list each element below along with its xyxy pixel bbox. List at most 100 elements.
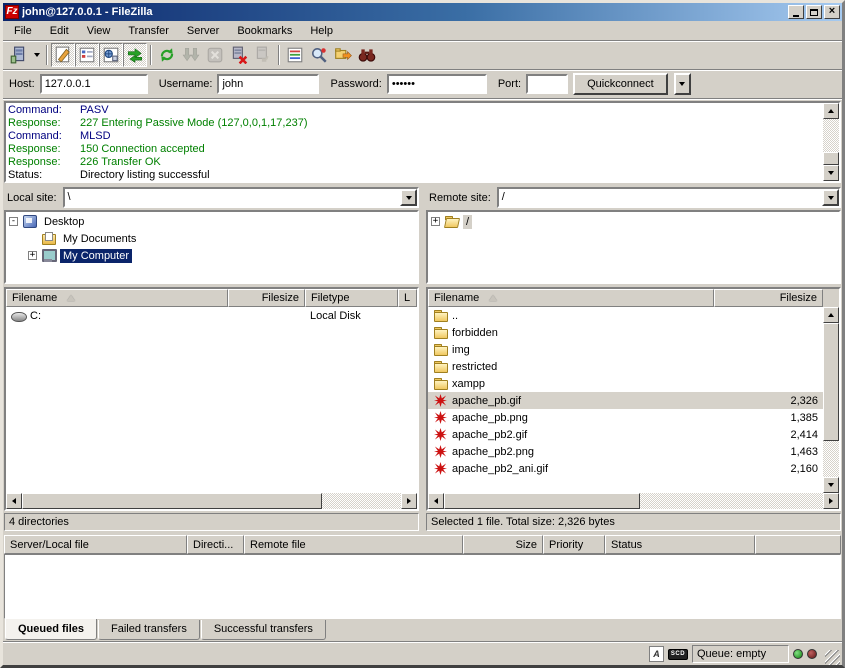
- process-queue-button[interactable]: [179, 43, 203, 67]
- tree-item-label[interactable]: /: [463, 215, 472, 229]
- scroll-left-button[interactable]: [6, 493, 22, 509]
- local-site-combo[interactable]: \: [63, 187, 419, 208]
- menu-item[interactable]: Edit: [41, 23, 78, 39]
- column-header-last-modified[interactable]: L: [398, 289, 417, 307]
- scrollbar-thumb[interactable]: [823, 152, 839, 165]
- remote-file-row[interactable]: img: [428, 341, 823, 358]
- column-header-remote-file[interactable]: Remote file: [244, 535, 463, 554]
- column-header-size[interactable]: Size: [463, 535, 543, 554]
- pane-splitter[interactable]: [419, 187, 426, 531]
- column-label: L: [404, 292, 410, 304]
- scroll-down-button[interactable]: [823, 477, 839, 493]
- remote-horizontal-scrollbar[interactable]: [428, 493, 839, 509]
- log-vertical-scrollbar[interactable]: [823, 103, 839, 181]
- column-header-filesize[interactable]: Filesize: [714, 289, 823, 307]
- remote-file-row[interactable]: xampp: [428, 375, 823, 392]
- menu-item[interactable]: Transfer: [119, 23, 178, 39]
- tree-expander-icon[interactable]: +: [431, 217, 440, 226]
- tree-item-label[interactable]: Desktop: [41, 215, 87, 229]
- scroll-right-button[interactable]: [823, 493, 839, 509]
- resize-grip[interactable]: [825, 650, 840, 665]
- tree-expander-icon[interactable]: -: [9, 217, 18, 226]
- indicator-badge-icon[interactable]: SCD: [668, 649, 688, 660]
- local-tree-item[interactable]: My Documents: [6, 230, 417, 247]
- toggle-remote-tree-button[interactable]: [99, 43, 123, 67]
- menu-item[interactable]: File: [5, 23, 41, 39]
- column-header-filesize[interactable]: Filesize: [228, 289, 305, 307]
- directory-comparison-button[interactable]: [307, 43, 331, 67]
- find-files-button[interactable]: [355, 43, 379, 67]
- remote-site-value[interactable]: /: [499, 189, 822, 206]
- cancel-button[interactable]: [203, 43, 227, 67]
- toggle-message-log-button[interactable]: [51, 43, 75, 67]
- title-bar[interactable]: Fz john@127.0.0.1 - FileZilla ×: [3, 3, 842, 21]
- column-header-filename[interactable]: Filename: [6, 289, 228, 307]
- remote-site-dropdown[interactable]: [822, 189, 839, 206]
- local-tree-item[interactable]: - Desktop: [6, 213, 417, 230]
- tree-item-label[interactable]: My Computer: [60, 249, 132, 263]
- scroll-right-button[interactable]: [401, 493, 417, 509]
- column-header-priority[interactable]: Priority: [543, 535, 605, 554]
- reconnect-button[interactable]: [251, 43, 275, 67]
- transfer-type-indicator-icon[interactable]: A: [649, 646, 664, 662]
- remote-file-row[interactable]: ..: [428, 307, 823, 324]
- local-file-row[interactable]: C: Local Disk: [6, 307, 417, 324]
- column-header-filetype[interactable]: Filetype: [305, 289, 398, 307]
- scrollbar-thumb[interactable]: [823, 323, 839, 441]
- menu-item[interactable]: Server: [178, 23, 228, 39]
- log-row-text: MLSD: [80, 130, 111, 143]
- port-input[interactable]: [526, 74, 568, 94]
- remote-vertical-scrollbar[interactable]: [823, 307, 839, 493]
- remote-file-row[interactable]: apache_pb2_ani.gif 2,160: [428, 460, 823, 477]
- refresh-button[interactable]: [155, 43, 179, 67]
- remote-file-row[interactable]: apache_pb.gif 2,326: [428, 392, 823, 409]
- remote-tree-item[interactable]: + /: [428, 213, 839, 230]
- scroll-down-button[interactable]: [823, 165, 839, 181]
- quickconnect-dropdown[interactable]: [674, 73, 691, 95]
- local-site-dropdown[interactable]: [400, 189, 417, 206]
- local-tree-item[interactable]: + My Computer: [6, 247, 417, 264]
- username-input[interactable]: [217, 74, 319, 94]
- column-header-server-local-file[interactable]: Server/Local file: [4, 535, 187, 554]
- password-input[interactable]: [387, 74, 487, 94]
- maximize-button[interactable]: [806, 5, 822, 19]
- host-input[interactable]: [40, 74, 148, 94]
- scroll-left-button[interactable]: [428, 493, 444, 509]
- scrollbar-thumb[interactable]: [22, 493, 322, 509]
- scrollbar-thumb[interactable]: [444, 493, 640, 509]
- menu-item[interactable]: Help: [301, 23, 342, 39]
- site-manager-dropdown[interactable]: [30, 43, 43, 67]
- queue-tab[interactable]: Failed transfers: [98, 620, 200, 640]
- tree-expander-icon[interactable]: +: [28, 251, 37, 260]
- column-header-direction[interactable]: Directi...: [187, 535, 244, 554]
- synchronized-browsing-button[interactable]: [331, 43, 355, 67]
- remote-file-row[interactable]: restricted: [428, 358, 823, 375]
- directory-listing-filters-button[interactable]: [283, 43, 307, 67]
- toggle-local-tree-button[interactable]: [75, 43, 99, 67]
- queue-tab[interactable]: Successful transfers: [201, 620, 326, 640]
- remote-site-combo[interactable]: /: [497, 187, 841, 208]
- remote-file-row[interactable]: apache_pb2.png 1,463: [428, 443, 823, 460]
- remote-file-row[interactable]: apache_pb.png 1,385: [428, 409, 823, 426]
- tree-item-label[interactable]: My Documents: [60, 232, 139, 246]
- menu-item[interactable]: Bookmarks: [228, 23, 301, 39]
- site-manager-button[interactable]: [6, 43, 30, 67]
- quickconnect-button[interactable]: Quickconnect: [573, 73, 668, 95]
- queue-body[interactable]: [4, 554, 841, 619]
- local-site-value[interactable]: \: [65, 189, 400, 206]
- red-led-icon: [807, 649, 817, 659]
- scroll-up-button[interactable]: [823, 307, 839, 323]
- local-horizontal-scrollbar[interactable]: [6, 493, 417, 509]
- scroll-up-button[interactable]: [823, 103, 839, 119]
- toggle-transfer-queue-button[interactable]: [123, 43, 147, 67]
- chevron-down-icon: [679, 82, 685, 86]
- minimize-button[interactable]: [788, 5, 804, 19]
- remote-file-row[interactable]: apache_pb2.gif 2,414: [428, 426, 823, 443]
- remote-file-row[interactable]: forbidden: [428, 324, 823, 341]
- column-header-status[interactable]: Status: [605, 535, 755, 554]
- queue-tab[interactable]: Queued files: [5, 619, 97, 640]
- menu-item[interactable]: View: [78, 23, 120, 39]
- disconnect-button[interactable]: [227, 43, 251, 67]
- column-header-filename[interactable]: Filename: [428, 289, 714, 307]
- close-button[interactable]: ×: [824, 5, 840, 19]
